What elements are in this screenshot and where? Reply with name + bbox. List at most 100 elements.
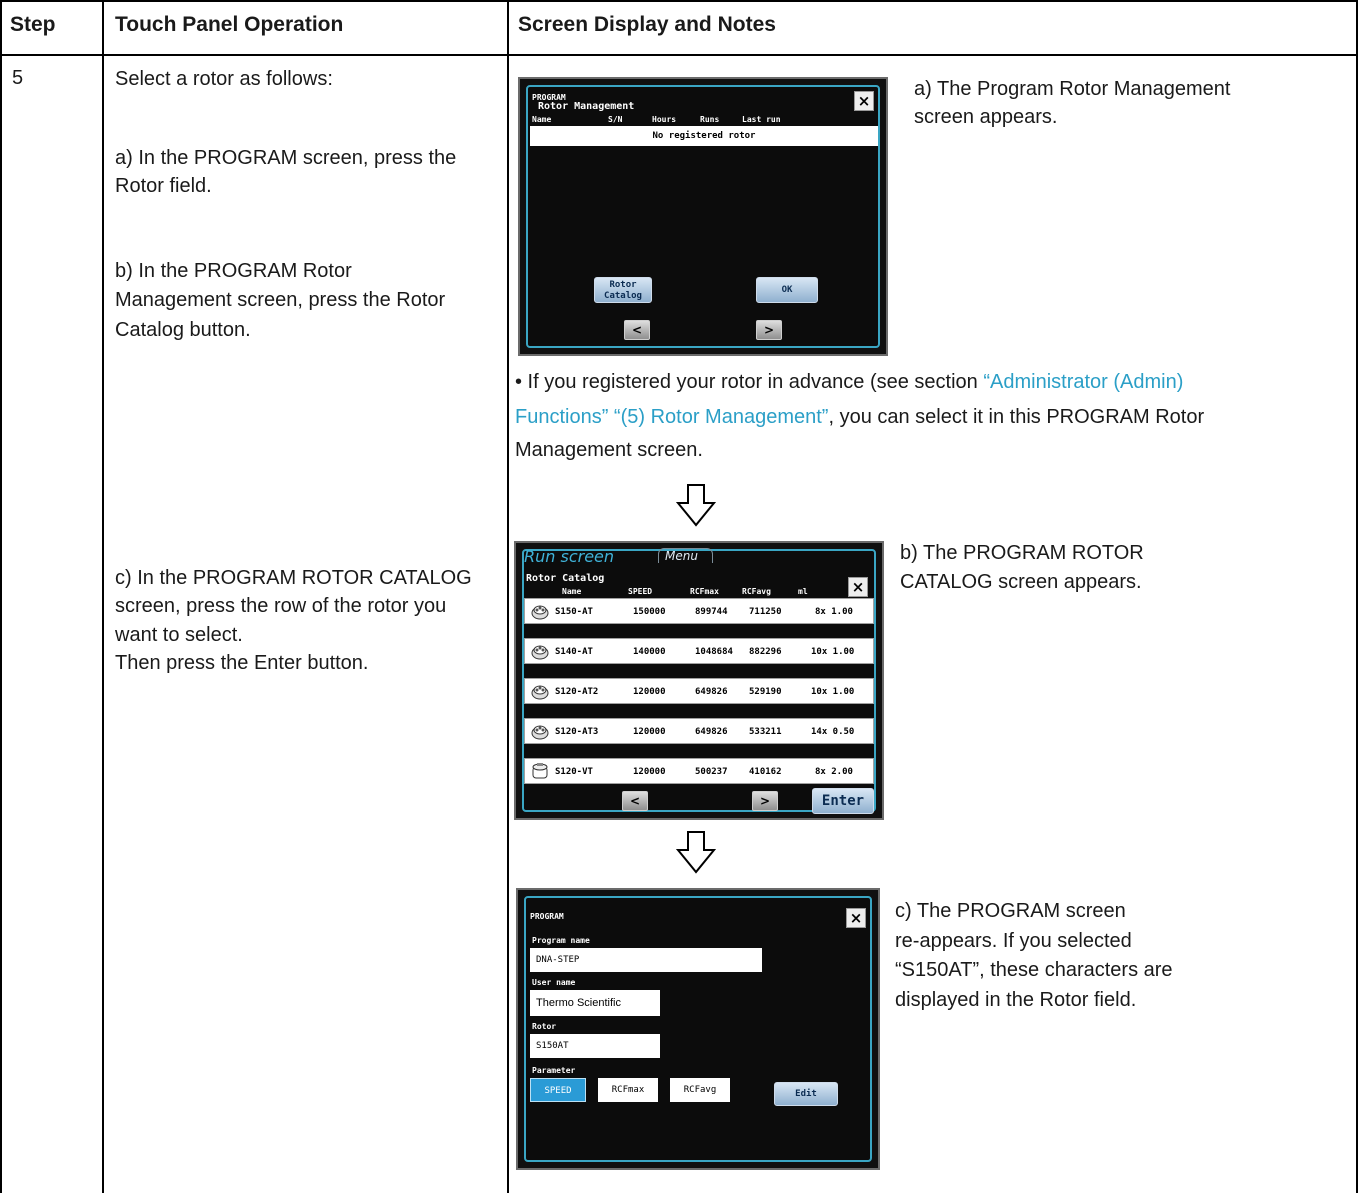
rotor-field[interactable]: S150AT (530, 1034, 660, 1058)
close-icon[interactable]: × (846, 908, 866, 928)
note-bullet-text-2: , you can select it in this PROGRAM Roto… (828, 406, 1205, 428)
column-name: Name (532, 115, 552, 124)
enter-button[interactable]: Enter (812, 788, 874, 814)
user-name-field[interactable]: Thermo Scientific (530, 990, 660, 1016)
rotor-speed: 140000 (633, 647, 666, 657)
tab-menu[interactable]: Menu (658, 548, 713, 563)
rotor-catalog-screen: Run screen Menu Rotor Catalog Name SPEED… (514, 541, 884, 820)
rotor-management-link[interactable]: Functions” “(5) Rotor Management” (515, 406, 828, 428)
edit-button[interactable]: Edit (774, 1082, 838, 1106)
rotor-speed: 150000 (633, 607, 666, 617)
rotor-ml: 10x 1.00 (811, 647, 855, 657)
column-name: Name (562, 587, 582, 596)
operation-b-line1: b) In the PROGRAM Rotor (115, 260, 352, 282)
catalog-row-s120-at3[interactable]: S120-AT3 120000 649826 533211 14x 0.50 (524, 718, 874, 744)
rotor-management-frame (526, 85, 880, 348)
rotor-list-empty-row[interactable]: No registered rotor (530, 126, 878, 146)
header-screen-display-notes: Screen Display and Notes (518, 13, 776, 36)
column-ml: ml (798, 587, 808, 596)
next-button[interactable]: > (752, 791, 778, 811)
fixed-angle-rotor-icon (531, 685, 549, 700)
note-bullet-line1: • If you registered your rotor in advanc… (515, 370, 1183, 394)
column-hours: Hours (652, 115, 677, 124)
note-bullet-line3: Management screen. (515, 439, 703, 461)
screen-subtitle: Rotor Management (538, 101, 635, 112)
prev-button[interactable]: < (624, 320, 650, 340)
empty-message: No registered rotor (652, 131, 756, 141)
operation-c-line3: want to select. (115, 624, 243, 646)
note-c-line1: c) The PROGRAM screen (895, 900, 1126, 922)
param-rcfmax-button[interactable]: RCFmax (598, 1078, 658, 1102)
admin-functions-link[interactable]: “Administrator (Admin) (983, 371, 1183, 393)
step-number: 5 (12, 67, 24, 89)
rotor-rcfavg: 882296 (749, 647, 782, 657)
rotor-label: Rotor (532, 1022, 557, 1031)
catalog-row-s140-at[interactable]: S140-AT 140000 1048684 882296 10x 1.00 (524, 638, 874, 664)
rotor-rcfmax: 899744 (695, 607, 728, 617)
rotor-name: S120-AT3 (555, 727, 599, 737)
note-bullet-line2: Functions” “(5) Rotor Management”, you c… (515, 405, 1204, 429)
program-screen: PROGRAM × Program name DNA-STEP User nam… (516, 888, 880, 1170)
next-button[interactable]: > (756, 320, 782, 340)
note-c-line3: “S150AT”, these characters are (895, 959, 1173, 981)
rotor-catalog-label-2: Catalog (604, 291, 642, 301)
column-sn: S/N (608, 115, 623, 124)
rotor-speed: 120000 (633, 687, 666, 697)
rotor-rcfavg: 533211 (749, 727, 782, 737)
catalog-row-s150-at[interactable]: S150-AT 150000 899744 711250 8x 1.00 (524, 598, 874, 624)
operation-c-line4: Then press the Enter button. (115, 652, 369, 674)
column-last-run: Last run (742, 115, 781, 124)
column-rcfmax: RCFmax (690, 587, 719, 596)
close-icon[interactable]: × (848, 577, 868, 597)
table-left-border (0, 0, 2, 1193)
rotor-management-screen: PROGRAM Rotor Management Name S/N Hours … (518, 77, 888, 356)
column-runs: Runs (700, 115, 720, 124)
rotor-rcfmax: 500237 (695, 767, 728, 777)
rotor-catalog-button[interactable]: Rotor Catalog (594, 277, 652, 303)
rotor-rcfavg: 410162 (749, 767, 782, 777)
operation-c-line1: c) In the PROGRAM ROTOR CATALOG (115, 567, 472, 589)
table-col-divider-2 (507, 0, 509, 1193)
parameter-label: Parameter (532, 1066, 576, 1075)
note-c-line2: re-appears. If you selected (895, 930, 1132, 952)
note-c-line4: displayed in the Rotor field. (895, 989, 1137, 1011)
close-icon[interactable]: × (854, 91, 874, 111)
note-b-line2: CATALOG screen appears. (900, 571, 1142, 593)
user-name-label: User name (532, 978, 576, 987)
rotor-name: S150-AT (555, 607, 593, 617)
down-arrow-icon (676, 484, 716, 527)
operation-a-line1: a) In the PROGRAM screen, press the (115, 147, 457, 169)
catalog-row-s120-at2[interactable]: S120-AT2 120000 649826 529190 10x 1.00 (524, 678, 874, 704)
rotor-rcfmax: 649826 (695, 687, 728, 697)
program-name-field[interactable]: DNA-STEP (530, 948, 762, 972)
operation-b-line3: Catalog button. (115, 319, 251, 341)
column-speed: SPEED (628, 587, 653, 596)
note-b-line1: b) The PROGRAM ROTOR (900, 542, 1144, 564)
rotor-ml: 10x 1.00 (811, 687, 855, 697)
rotor-ml: 8x 1.00 (815, 607, 853, 617)
catalog-row-s120-vt[interactable]: S120-VT 120000 500237 410162 8x 2.00 (524, 758, 874, 784)
catalog-subtitle: Rotor Catalog (526, 573, 605, 584)
rotor-ml: 8x 2.00 (815, 767, 853, 777)
rotor-rcfmax: 649826 (695, 727, 728, 737)
param-rcfavg-button[interactable]: RCFavg (670, 1078, 730, 1102)
rotor-name: S120-AT2 (555, 687, 599, 697)
header-touch-panel-operation: Touch Panel Operation (115, 13, 344, 36)
program-name-label: Program name (532, 936, 590, 945)
operation-c-line2: screen, press the row of the rotor you (115, 595, 447, 617)
note-bullet-text: • If you registered your rotor in advanc… (515, 371, 984, 393)
prev-button[interactable]: < (622, 791, 648, 811)
note-a-line1: a) The Program Rotor Management (914, 78, 1231, 100)
fixed-angle-rotor-icon (531, 725, 549, 740)
rotor-name: S120-VT (555, 767, 593, 777)
column-rcfavg: RCFavg (742, 587, 771, 596)
rotor-rcfmax: 1048684 (695, 647, 733, 657)
rotor-name: S140-AT (555, 647, 593, 657)
operation-b-line2: Management screen, press the Rotor (115, 289, 446, 311)
param-speed-button[interactable]: SPEED (530, 1078, 586, 1102)
ok-button[interactable]: OK (756, 277, 818, 303)
screen-title: PROGRAM (530, 912, 564, 921)
rotor-rcfavg: 711250 (749, 607, 782, 617)
tab-run-screen[interactable]: Run screen (524, 547, 614, 566)
operation-a-line2: Rotor field. (115, 175, 212, 197)
